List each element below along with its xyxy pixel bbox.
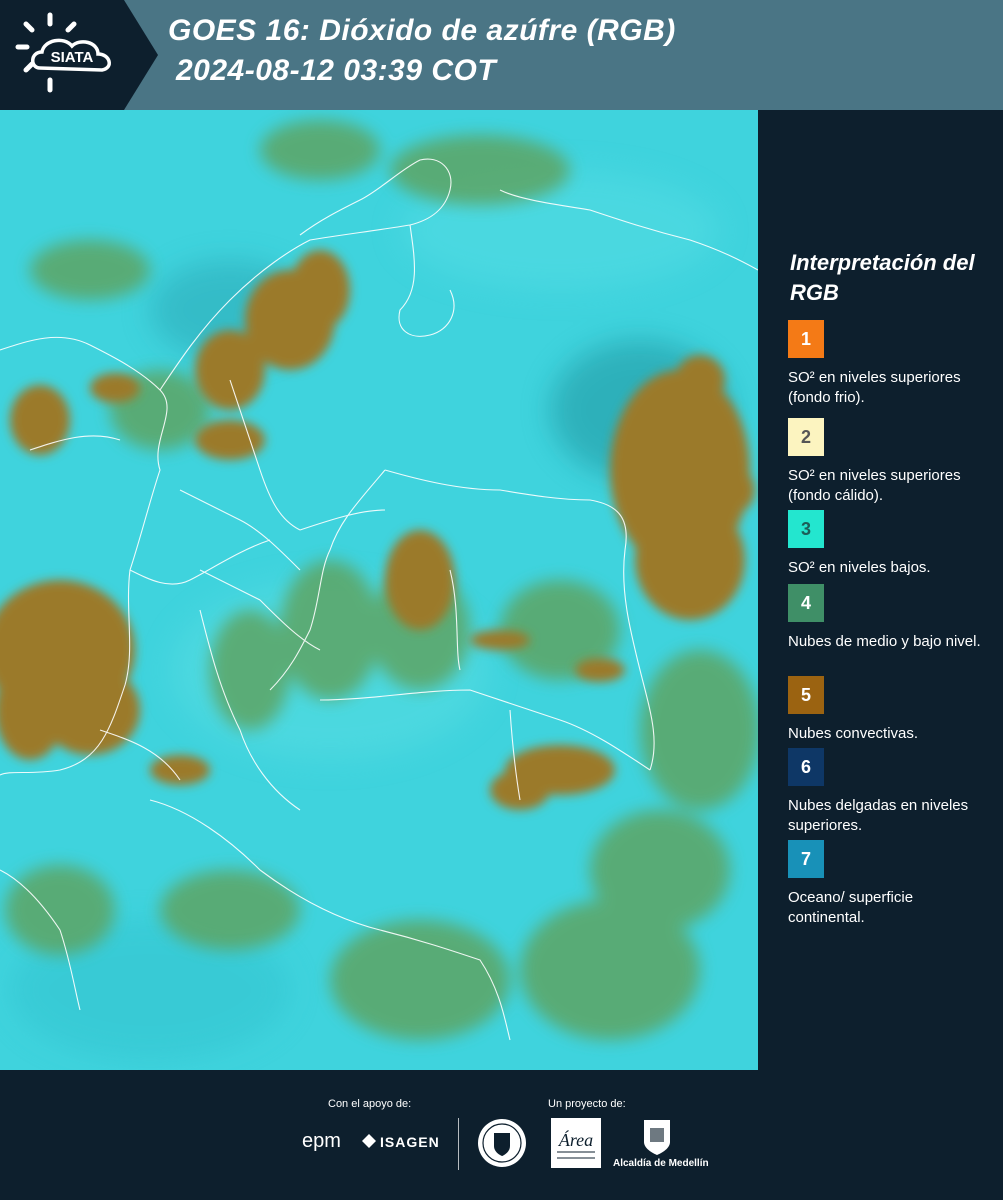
page-title: GOES 16: Dióxido de azúfre (RGB) (168, 14, 676, 47)
legend-swatch: 7 (788, 840, 824, 878)
legend-description: SO² en niveles bajos. (788, 559, 931, 576)
legend-description: Nubes de medio y bajo nivel. (788, 633, 981, 650)
legend-item-3: 3 SO² en niveles bajos. (788, 510, 993, 578)
svg-text:Área: Área (558, 1129, 593, 1150)
legend-description: Nubes delgadas en niveles superiores. (788, 797, 969, 834)
legend-swatch: 2 (788, 418, 824, 456)
legend-item-5: 5 Nubes convectivas. (788, 676, 993, 744)
isagen-logo: ISAGEN (380, 1134, 440, 1150)
legend-swatch: 6 (788, 748, 824, 786)
legend-item-2: 2 SO² en niveles superiores (fondo cálid… (788, 418, 993, 506)
legend-swatch: 1 (788, 320, 824, 358)
project-label: Un proyecto de: (548, 1098, 626, 1110)
footer: Con el apoyo de: Un proyecto de: epm ISA… (0, 1070, 1003, 1200)
area-metropolitana-logo: Área (551, 1118, 601, 1168)
alcaldia-shield-icon (642, 1118, 672, 1156)
isagen-icon (362, 1134, 376, 1148)
legend-description: Oceano/ superficie continental. (788, 889, 914, 926)
timestamp: 2024-08-12 03:39 COT (176, 54, 497, 87)
legend-item-7: 7 Oceano/ superficie continental. (788, 840, 993, 928)
legend-description: SO² en niveles superiores (fondo cálido)… (788, 467, 961, 504)
legend-item-4: 4 Nubes de medio y bajo nivel. (788, 584, 993, 652)
legend-swatch: 3 (788, 510, 824, 548)
logo-text: SIATA (51, 49, 94, 66)
legend-description: SO² en niveles superiores (fondo frio). (788, 369, 961, 406)
header-bar: SIATA GOES 16: Dióxido de azúfre (RGB) 2… (0, 0, 1003, 110)
medellin-seal-icon (477, 1118, 527, 1168)
legend-item-6: 6 Nubes delgadas en niveles superiores. (788, 748, 993, 836)
divider (458, 1118, 459, 1170)
legend-swatch: 5 (788, 676, 824, 714)
legend-description: Nubes convectivas. (788, 725, 919, 742)
satellite-map (0, 110, 758, 1070)
legend-panel: Interpretación del RGB 1 SO² en niveles … (760, 110, 1003, 1070)
legend-swatch: 4 (788, 584, 824, 622)
legend-item-1: 1 SO² en niveles superiores (fondo frio)… (788, 320, 993, 408)
legend-title: Interpretación del RGB (790, 250, 975, 305)
alcaldia-logo-text: Alcaldía de Medellín (613, 1158, 709, 1169)
siata-logo: SIATA (0, 0, 160, 110)
support-label: Con el apoyo de: (328, 1098, 412, 1110)
epm-logo: epm (302, 1130, 341, 1152)
